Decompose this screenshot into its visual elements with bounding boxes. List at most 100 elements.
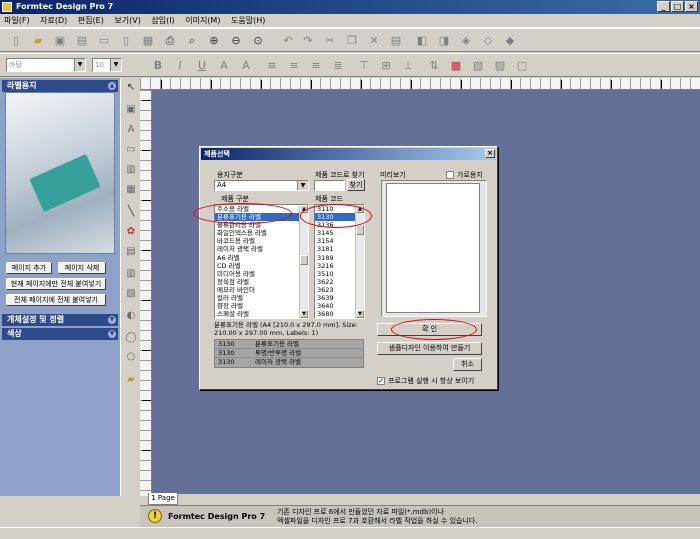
redo-icon[interactable]: ↷ [300,33,316,49]
cancel-button[interactable]: 취소 [453,358,482,371]
undo-icon[interactable]: ↶ [280,33,296,49]
list-item[interactable]: 메모리 바인더 [215,286,308,294]
chevron-down-icon[interactable]: ▼ [110,59,121,71]
scroll-down-icon[interactable]: ▼ [356,310,364,318]
menu-insert[interactable]: 삽입(I) [151,16,174,25]
justify-text-icon[interactable]: ≣ [330,58,346,74]
shape-tool-icon[interactable]: ✿ [125,226,137,238]
scroll-thumb[interactable] [300,255,308,265]
pointer-tool-icon[interactable]: ↖ [125,82,137,94]
group-icon[interactable]: ◈ [458,33,474,49]
valign-top-icon[interactable]: ⊤ [356,58,372,74]
align-text-left-icon[interactable]: ≡ [264,58,280,74]
print-setup-icon[interactable]: ▦ [140,33,156,49]
delete-page-button[interactable]: 페이지 삭제 [58,262,106,274]
paste-all-pages-button[interactable]: 전체 페이지에 전체 붙여넣기 [6,294,106,306]
menu-file[interactable]: 파일(F) [4,16,30,25]
highlight-button[interactable]: A [238,58,254,74]
search-button[interactable]: 찾기 [347,179,365,191]
image-tool-icon[interactable]: ▣ [125,104,137,116]
list-item[interactable]: 정육점 라벨 [215,278,308,286]
italic-button[interactable]: I [172,58,188,74]
list-item[interactable]: 스페셜 라벨 [215,310,308,318]
menu-view[interactable]: 보기(V) [114,16,140,25]
table-row[interactable]: 3130 레이저 광택 라벨 [215,358,363,367]
table-row[interactable]: 3130 투명/반투명 라벨 [215,349,363,358]
underline-button[interactable]: U [194,58,210,74]
zoom-out-icon[interactable]: ⊖ [228,33,244,49]
search-code-input[interactable] [314,180,345,191]
database-tool-icon[interactable]: ▰ [125,374,137,386]
valign-middle-icon[interactable]: ⊞ [378,58,394,74]
collapse-icon[interactable]: ▲ [108,82,116,90]
expand-icon[interactable]: ▼ [108,330,116,338]
chevron-down-icon[interactable]: ▼ [74,59,85,71]
list-item[interactable]: 레이저 광택 라벨 [215,245,308,253]
open-folder-icon[interactable]: ▰ [30,33,46,49]
table-tool-icon[interactable]: ▦ [125,184,137,196]
rect-tool-icon[interactable]: ▭ [125,144,137,156]
label-paper-panel-title[interactable]: 라벨용지 ▲ [2,80,118,92]
align-text-center-icon[interactable]: ≡ [286,58,302,74]
expand-icon[interactable]: ▼ [108,316,116,324]
close-button[interactable]: × [685,1,698,12]
table-row[interactable]: 3130 분류표기용 라벨 [215,340,363,349]
close-file-icon[interactable]: ▭ [96,33,112,49]
paste-all-current-page-button[interactable]: 현재 페이지에만 전체 붙여넣기 [6,278,106,290]
cut-icon[interactable]: ✂ [322,33,338,49]
list-item[interactable]: 컬러 라벨 [215,294,308,302]
shadow-icon[interactable]: ▨ [492,58,508,74]
line-tool-icon[interactable]: ╲ [125,206,137,218]
page-tab[interactable]: 1 Page [148,493,178,505]
print-icon[interactable]: ⎙ [162,33,178,49]
save-as-icon[interactable]: ▤ [74,33,90,49]
line-color-icon[interactable]: ▧ [470,58,486,74]
sample-design-button[interactable]: 샘플디자인 이용하여 만들기 [377,342,482,355]
polygon-tool-icon[interactable]: ⬠ [125,352,137,364]
paper-type-select[interactable]: A4 ▼ [214,180,309,191]
landscape-checkbox[interactable] [446,171,454,179]
clipart-tool-icon[interactable]: ▧ [125,288,137,300]
text-direction-icon[interactable]: ⇅ [426,58,442,74]
align-center-icon[interactable]: ◨ [436,33,452,49]
list-item[interactable]: A6 라벨 [215,254,308,262]
minimize-button[interactable]: _ [657,1,670,12]
zoom-fit-icon[interactable]: ⊙ [250,33,266,49]
ungroup-icon[interactable]: ◇ [480,33,496,49]
page-icon[interactable]: ▯ [118,33,134,49]
serial-tool-icon[interactable]: ▥ [125,268,137,280]
add-page-button[interactable]: 페이지 추가 [6,262,52,274]
maximize-button[interactable]: □ [671,1,684,12]
copy-icon[interactable]: ❐ [344,33,360,49]
delete-icon[interactable]: ✕ [366,33,382,49]
circle-tool-icon[interactable]: ◯ [125,332,137,344]
font-color-button[interactable]: A [216,58,232,74]
valign-bottom-icon[interactable]: ⊥ [400,58,416,74]
list-item[interactable]: CD 라벨 [215,262,308,270]
new-file-icon[interactable]: ▯ [8,33,24,49]
align-left-icon[interactable]: ◧ [414,33,430,49]
menu-help[interactable]: 도움말(H) [231,16,265,25]
bold-button[interactable]: B [150,58,166,74]
menu-image[interactable]: 이미지(M) [185,16,220,25]
symbol-tool-icon[interactable]: ◐ [125,310,137,322]
scroll-down-icon[interactable]: ▼ [300,310,308,318]
menu-data[interactable]: 자료(D) [40,16,67,25]
text-tool-icon[interactable]: A [125,124,137,136]
scroll-thumb[interactable] [356,225,364,235]
paste-icon[interactable]: ▤ [388,33,404,49]
dialog-close-icon[interactable]: × [485,149,495,158]
list-item[interactable]: 향장 라벨 [215,302,308,310]
zoom-in-icon[interactable]: ⊕ [206,33,222,49]
arrange-icon[interactable]: ◆ [502,33,518,49]
font-size-combo[interactable]: 10 ▼ [92,58,122,72]
fill-color-icon[interactable]: ▩ [448,58,464,74]
startup-checkbox[interactable]: ✓ [377,377,385,385]
barcode-tool-icon[interactable]: ▥ [125,164,137,176]
color-panel-title[interactable]: 색상 ▼ [2,328,118,340]
chevron-down-icon[interactable]: ▼ [297,181,308,190]
save-icon[interactable]: ▣ [52,33,68,49]
frame-tool-icon[interactable]: ▤ [125,246,137,258]
print-preview-icon[interactable]: ⌕ [184,33,200,49]
font-name-combo[interactable]: 바탕 ▼ [6,58,86,72]
